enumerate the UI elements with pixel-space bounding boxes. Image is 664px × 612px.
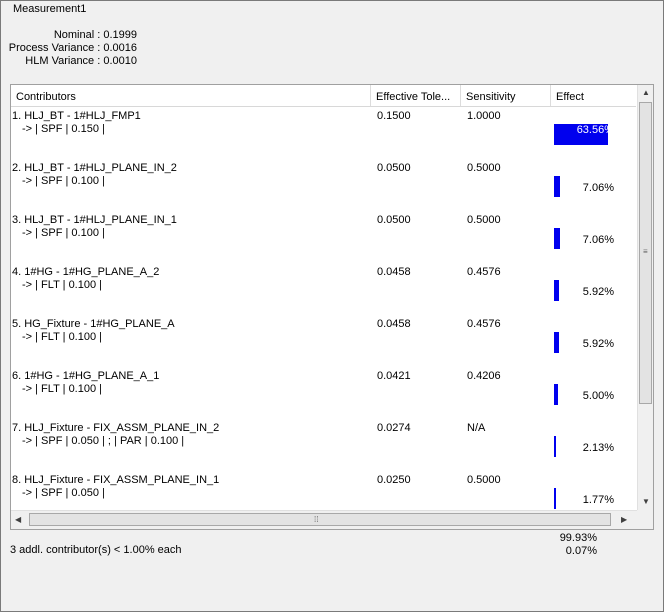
contributor-detail: -> | SPF | 0.100 | [22, 227, 105, 239]
total-effect: 99.93% [559, 532, 597, 544]
effect-bar [554, 384, 558, 405]
column-header-effective-tolerance[interactable]: Effective Tole... [371, 85, 461, 106]
contributor-name: 6. 1#HG - 1#HG_PLANE_A_1 [12, 370, 160, 382]
contributor-detail: -> | SPF | 0.050 | [22, 487, 105, 499]
contributor-detail: -> | SPF | 0.100 | [22, 175, 105, 187]
effect-percent: 1.77% [582, 494, 614, 506]
effect-bar [554, 228, 560, 249]
sensitivity-cell: 1.0000 [467, 110, 501, 122]
effect-percent: 7.06% [582, 234, 614, 246]
effect-percent: 5.92% [582, 286, 614, 298]
grid-rows: 1. HLJ_BT - 1#HLJ_FMP1 -> | SPF | 0.150 … [11, 107, 636, 509]
sensitivity-cell: 0.4576 [467, 266, 501, 278]
effective-tolerance-cell: 0.1500 [377, 110, 411, 122]
hlm-variance-value: HLM Variance : 0.0010 [25, 55, 137, 67]
sensitivity-cell: N/A [467, 422, 486, 434]
effect-percent: 5.00% [582, 390, 614, 402]
effective-tolerance-cell: 0.0274 [377, 422, 411, 434]
effective-tolerance-cell: 0.0458 [377, 266, 411, 278]
measurement-panel: Measurement1 Nominal : 0.1999 Process Va… [0, 0, 664, 612]
contributor-detail: -> | SPF | 0.050 | ; | PAR | 0.100 | [22, 435, 185, 447]
effect-percent: 2.13% [582, 442, 614, 454]
vertical-scroll-thumb[interactable]: ≡ [639, 102, 652, 404]
vertical-scrollbar[interactable]: ▲ ≡ ▼ [637, 85, 653, 510]
table-row[interactable]: 1. HLJ_BT - 1#HLJ_FMP1 -> | SPF | 0.150 … [11, 107, 636, 159]
sensitivity-cell: 0.4576 [467, 318, 501, 330]
scrollbar-corner [637, 510, 653, 529]
sensitivity-cell: 0.5000 [467, 474, 501, 486]
table-row[interactable]: 8. HLJ_Fixture - FIX_ASSM_PLANE_IN_1 -> … [11, 471, 636, 509]
grip-icon: ⁞⁞ [314, 515, 319, 524]
effect-bar [554, 176, 560, 197]
contributor-name: 4. 1#HG - 1#HG_PLANE_A_2 [12, 266, 160, 278]
scroll-down-icon[interactable]: ▼ [642, 497, 650, 507]
effect-percent: 5.92% [582, 338, 614, 350]
measurement-title: Measurement1 [13, 3, 87, 15]
effective-tolerance-cell: 0.0500 [377, 162, 411, 174]
nominal-value: Nominal : 0.1999 [53, 29, 137, 41]
contributor-name: 1. HLJ_BT - 1#HLJ_FMP1 [12, 110, 141, 122]
effect-bar [554, 436, 556, 457]
contributor-detail: -> | FLT | 0.100 | [22, 331, 103, 343]
contributor-name: 8. HLJ_Fixture - FIX_ASSM_PLANE_IN_1 [12, 474, 220, 486]
effective-tolerance-cell: 0.0458 [377, 318, 411, 330]
effect-percent: 7.06% [582, 182, 614, 194]
contributor-name: 2. HLJ_BT - 1#HLJ_PLANE_IN_2 [12, 162, 177, 174]
sensitivity-cell: 0.5000 [467, 214, 501, 226]
contributor-detail: -> | FLT | 0.100 | [22, 383, 103, 395]
table-row[interactable]: 4. 1#HG - 1#HG_PLANE_A_2 -> | FLT | 0.10… [11, 263, 636, 315]
column-header-contributors[interactable]: Contributors [11, 85, 371, 106]
contributor-detail: -> | SPF | 0.150 | [22, 123, 105, 135]
effect-bar [554, 332, 559, 353]
remainder-effect: 0.07% [565, 545, 597, 557]
column-header-sensitivity[interactable]: Sensitivity [461, 85, 551, 106]
horizontal-scroll-thumb[interactable]: ⁞⁞ [29, 513, 611, 526]
effect-percent: 63.56% [576, 124, 614, 136]
table-row[interactable]: 3. HLJ_BT - 1#HLJ_PLANE_IN_1 -> | SPF | … [11, 211, 636, 263]
effect-bar [554, 280, 559, 301]
effective-tolerance-cell: 0.0500 [377, 214, 411, 226]
table-row[interactable]: 2. HLJ_BT - 1#HLJ_PLANE_IN_2 -> | SPF | … [11, 159, 636, 211]
table-row[interactable]: 6. 1#HG - 1#HG_PLANE_A_1 -> | FLT | 0.10… [11, 367, 636, 419]
effective-tolerance-cell: 0.0250 [377, 474, 411, 486]
scroll-right-icon[interactable]: ▶ [621, 515, 627, 525]
sensitivity-cell: 0.5000 [467, 162, 501, 174]
horizontal-scrollbar[interactable]: ◀ ⁞⁞ ▶ [11, 510, 637, 529]
sensitivity-cell: 0.4206 [467, 370, 501, 382]
effective-tolerance-cell: 0.0421 [377, 370, 411, 382]
grip-icon: ≡ [643, 247, 648, 256]
contributor-name: 7. HLJ_Fixture - FIX_ASSM_PLANE_IN_2 [12, 422, 220, 434]
effect-bar [554, 488, 556, 509]
contributor-name: 5. HG_Fixture - 1#HG_PLANE_A [12, 318, 175, 330]
scroll-up-icon[interactable]: ▲ [642, 88, 650, 98]
contributor-name: 3. HLJ_BT - 1#HLJ_PLANE_IN_1 [12, 214, 177, 226]
table-row[interactable]: 5. HG_Fixture - 1#HG_PLANE_A -> | FLT | … [11, 315, 636, 367]
contributors-grid: Contributors Effective Tole... Sensitivi… [10, 84, 654, 530]
contributor-detail: -> | FLT | 0.100 | [22, 279, 103, 291]
process-variance-value: Process Variance : 0.0016 [8, 42, 137, 54]
scroll-left-icon[interactable]: ◀ [15, 515, 21, 525]
column-header-effect[interactable]: Effect [551, 85, 636, 106]
additional-contributors-note: 3 addl. contributor(s) < 1.00% each [10, 544, 182, 556]
table-row[interactable]: 7. HLJ_Fixture - FIX_ASSM_PLANE_IN_2 -> … [11, 419, 636, 471]
grid-header: Contributors Effective Tole... Sensitivi… [11, 85, 636, 107]
